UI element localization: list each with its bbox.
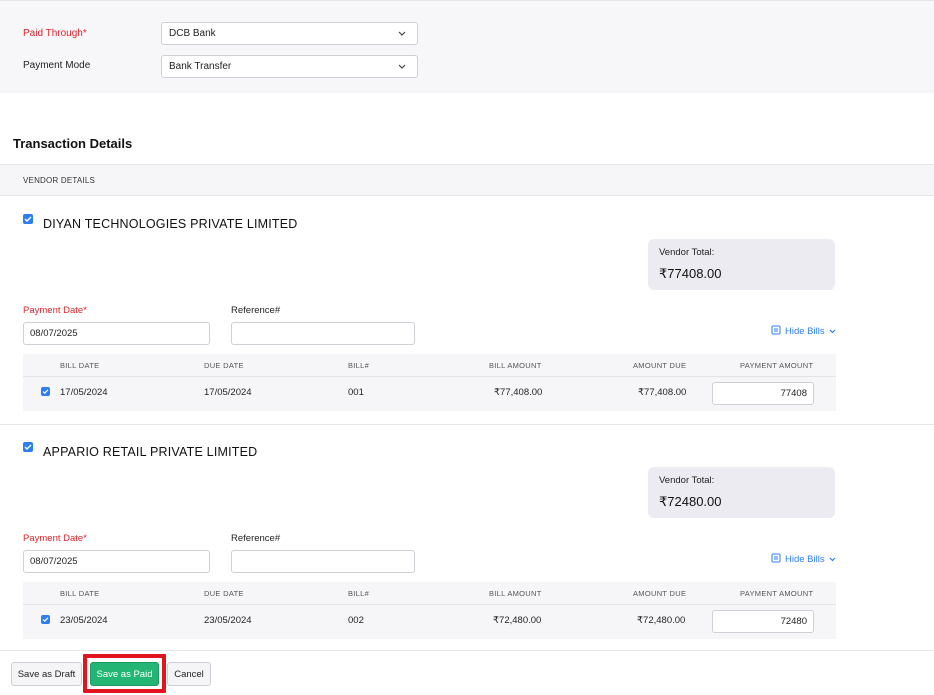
amount-due: ₹77,408.00 (638, 387, 687, 398)
bill-number: 002 (348, 615, 364, 626)
table-row: 23/05/2024 23/05/2024 002 ₹72,480.00 ₹72… (23, 604, 836, 639)
bills-table-header: BILL DATE DUE DATE BILL# BILL AMOUNT AMO… (23, 582, 836, 604)
col-amount-due: AMOUNT DUE (633, 361, 687, 370)
vendor-checkbox[interactable] (23, 214, 33, 224)
highlight-box (83, 654, 166, 693)
payment-date-label: Payment Date* (23, 305, 87, 316)
payment-mode-label: Payment Mode (23, 60, 91, 71)
col-bill-no: BILL# (348, 589, 370, 598)
bill-number: 001 (348, 387, 364, 398)
hide-bills-label: Hide Bills (785, 326, 825, 337)
col-bill-date: BILL DATE (60, 589, 100, 598)
hide-bills-toggle[interactable]: Hide Bills (771, 553, 836, 566)
reference-label: Reference# (231, 305, 281, 316)
bill-checkbox[interactable] (41, 387, 50, 396)
paid-through-value: DCB Bank (169, 28, 216, 39)
payment-amount-value: 77408 (780, 388, 807, 399)
reference-input[interactable] (231, 322, 415, 345)
bills-table-header: BILL DATE DUE DATE BILL# BILL AMOUNT AMO… (23, 354, 836, 376)
payment-date-input[interactable]: 08/07/2025 (23, 322, 210, 345)
payment-amount-input[interactable]: 72480 (712, 610, 814, 633)
vendor-name: APPARIO RETAIL PRIVATE LIMITED (43, 445, 258, 459)
payment-mode-select[interactable]: Bank Transfer (161, 55, 418, 78)
payment-mode-value: Bank Transfer (169, 61, 232, 72)
payment-date-label: Payment Date* (23, 533, 87, 544)
vendor-details-label: VENDOR DETAILS (23, 176, 95, 185)
hide-bills-label: Hide Bills (785, 554, 825, 565)
vendor-total-label: Vendor Total: (659, 247, 715, 258)
vendor-total-value: ₹72480.00 (659, 494, 722, 509)
vendor-details-header: VENDOR DETAILS (0, 164, 934, 196)
col-payment-amount: PAYMENT AMOUNT (740, 361, 814, 370)
due-date: 17/05/2024 (204, 387, 252, 398)
vendor-total-box: Vendor Total: ₹77408.00 (648, 239, 835, 290)
hide-bills-toggle[interactable]: Hide Bills (771, 325, 836, 338)
bill-icon (771, 325, 781, 338)
save-as-draft-button[interactable]: Save as Draft (11, 662, 82, 686)
vendor-total-box: Vendor Total: ₹72480.00 (648, 467, 835, 518)
paid-through-label: Paid Through* (23, 28, 87, 39)
vendor-checkbox[interactable] (23, 442, 33, 452)
col-bill-no: BILL# (348, 361, 370, 370)
vendor-total-label: Vendor Total: (659, 475, 715, 486)
chevron-down-icon (397, 29, 407, 39)
col-bill-amount: BILL AMOUNT (489, 361, 542, 370)
bill-amount: ₹72,480.00 (493, 615, 542, 626)
reference-label: Reference# (231, 533, 281, 544)
col-due-date: DUE DATE (204, 361, 244, 370)
payment-date-input[interactable]: 08/07/2025 (23, 550, 210, 573)
chevron-down-icon (829, 554, 836, 565)
payment-form-panel: Paid Through* DCB Bank Payment Mode Bank… (0, 0, 934, 93)
table-row: 17/05/2024 17/05/2024 001 ₹77,408.00 ₹77… (23, 376, 836, 411)
chevron-down-icon (829, 326, 836, 337)
bills-table: BILL DATE DUE DATE BILL# BILL AMOUNT AMO… (23, 582, 836, 639)
payment-amount-input[interactable]: 77408 (712, 382, 814, 405)
bill-date: 17/05/2024 (60, 387, 108, 398)
col-amount-due: AMOUNT DUE (633, 589, 687, 598)
chevron-down-icon (397, 62, 407, 72)
col-payment-amount: PAYMENT AMOUNT (740, 589, 814, 598)
payment-amount-value: 72480 (780, 616, 807, 627)
vendor-name: DIYAN TECHNOLOGIES PRIVATE LIMITED (43, 217, 298, 231)
bills-table: BILL DATE DUE DATE BILL# BILL AMOUNT AMO… (23, 354, 836, 411)
amount-due: ₹72,480.00 (637, 615, 686, 626)
bill-amount: ₹77,408.00 (494, 387, 543, 398)
reference-input[interactable] (231, 550, 415, 573)
payment-date-value: 08/07/2025 (30, 556, 78, 567)
bill-checkbox[interactable] (41, 615, 50, 624)
bill-date: 23/05/2024 (60, 615, 108, 626)
cancel-button[interactable]: Cancel (167, 662, 211, 686)
due-date: 23/05/2024 (204, 615, 252, 626)
paid-through-select[interactable]: DCB Bank (161, 22, 418, 45)
col-bill-date: BILL DATE (60, 361, 100, 370)
payment-date-value: 08/07/2025 (30, 328, 78, 339)
col-due-date: DUE DATE (204, 589, 244, 598)
transaction-details-title: Transaction Details (13, 136, 133, 151)
vendor-divider (0, 424, 934, 425)
col-bill-amount: BILL AMOUNT (489, 589, 542, 598)
vendor-total-value: ₹77408.00 (659, 266, 722, 281)
bill-icon (771, 553, 781, 566)
